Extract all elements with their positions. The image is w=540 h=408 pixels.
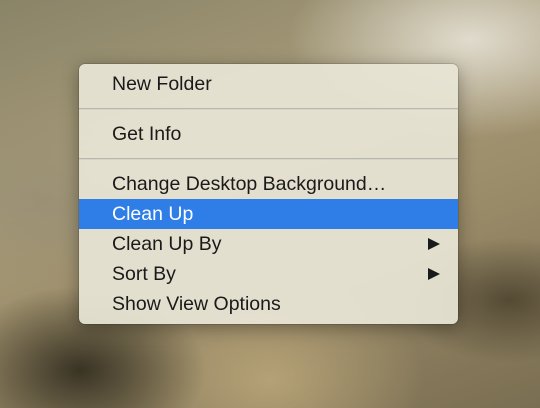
menu-item-label: Sort By	[112, 263, 176, 285]
menu-item-get-info[interactable]: Get Info	[79, 119, 458, 149]
menu-separator	[79, 108, 458, 110]
context-menu: New Folder Get Info Change Desktop Backg…	[79, 64, 458, 324]
menu-item-label: Show View Options	[112, 293, 281, 315]
menu-item-new-folder[interactable]: New Folder	[79, 69, 458, 99]
menu-item-label: Get Info	[112, 123, 182, 145]
menu-item-clean-up[interactable]: Clean Up	[79, 199, 458, 229]
submenu-arrow-icon	[428, 268, 440, 280]
menu-item-clean-up-by[interactable]: Clean Up By	[79, 229, 458, 259]
menu-item-change-desktop-background[interactable]: Change Desktop Background…	[79, 169, 458, 199]
menu-item-sort-by[interactable]: Sort By	[79, 259, 458, 289]
menu-item-label: Clean Up	[112, 203, 194, 225]
menu-item-label: New Folder	[112, 73, 212, 95]
submenu-arrow-icon	[428, 238, 440, 250]
menu-separator	[79, 158, 458, 160]
menu-item-show-view-options[interactable]: Show View Options	[79, 289, 458, 319]
menu-item-label: Clean Up By	[112, 233, 222, 255]
menu-item-label: Change Desktop Background…	[112, 173, 387, 195]
